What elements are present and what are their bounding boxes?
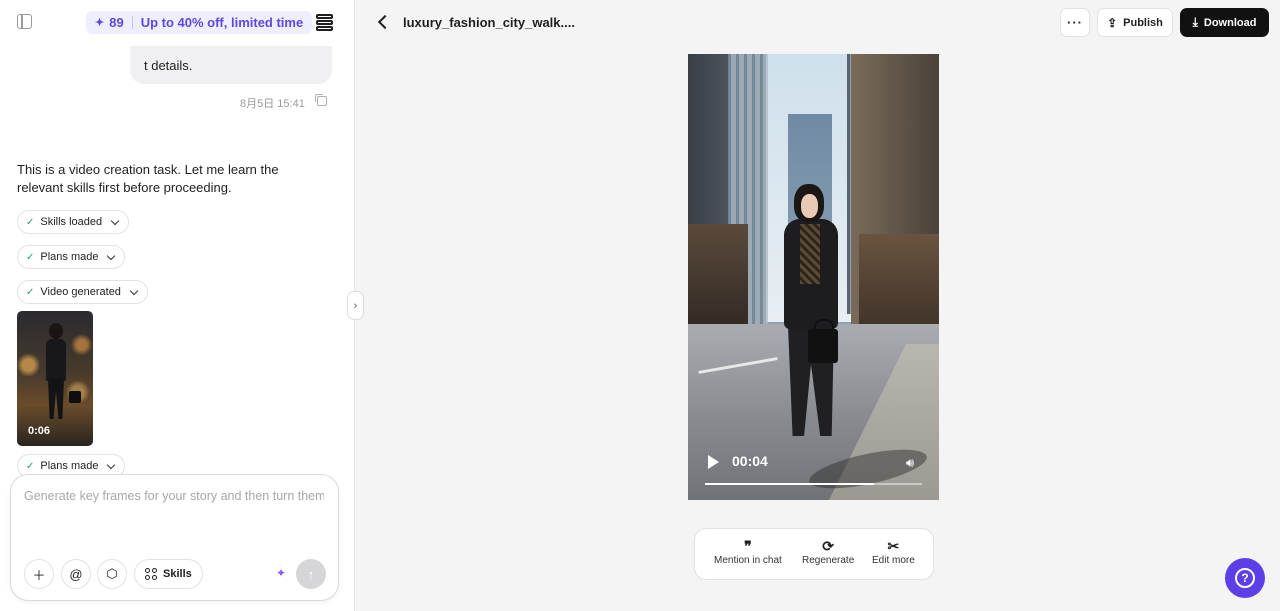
publish-button[interactable]: ⇪ Publish — [1097, 8, 1173, 37]
sparkle-icon: ✦ — [95, 17, 105, 29]
regenerate-label: Regenerate — [802, 555, 855, 566]
volume-icon[interactable]: 🔊︎ — [906, 455, 920, 470]
copy-icon[interactable] — [315, 94, 327, 106]
arrow-up-icon: ↑ — [307, 566, 315, 582]
sidebar-toggle-icon[interactable] — [17, 14, 32, 29]
video-thumbnail[interactable]: 0:06 — [17, 311, 93, 446]
chat-topbar: ✦ 89 Up to 40% off, limited time — [0, 0, 354, 44]
video-action-bar: ❞ Mention in chat ⟳ Regenerate ✂ Edit mo… — [694, 528, 934, 580]
scissors-icon: ✂ — [887, 538, 900, 554]
step-label: Plans made — [40, 460, 99, 472]
chevron-down-icon — [129, 286, 139, 295]
at-icon[interactable]: @ — [61, 559, 91, 589]
download-icon: ⤓ — [1192, 15, 1198, 29]
edit-more-label: Edit more — [872, 555, 915, 566]
user-message-text: t details. — [144, 58, 193, 73]
step-chip-skills-loaded[interactable]: ✓ Skills loaded — [17, 210, 130, 234]
chat-panel: ✦ 89 Up to 40% off, limited time t detai… — [0, 0, 355, 611]
play-icon[interactable] — [708, 455, 719, 469]
promo-divider — [131, 16, 133, 29]
chevron-down-icon — [110, 216, 120, 225]
refresh-icon: ⟳ — [822, 538, 834, 554]
video-player[interactable]: 00:04 🔊︎ — [688, 54, 939, 500]
edit-more-button[interactable]: ✂ Edit more — [872, 538, 915, 566]
user-message: t details. — [130, 46, 332, 84]
download-button[interactable]: ⤓ Download — [1180, 8, 1269, 37]
check-icon: ✓ — [26, 286, 35, 298]
chevron-down-icon — [107, 251, 116, 260]
chevron-down-icon — [107, 460, 116, 469]
video-progress-fill — [705, 483, 875, 485]
thumbnail-duration: 0:06 — [28, 425, 51, 437]
stack-icon[interactable] — [316, 14, 333, 31]
check-icon: ✓ — [26, 216, 35, 228]
check-icon: ✓ — [26, 460, 35, 472]
panel-collapse-handle[interactable]: › — [347, 291, 364, 320]
sparkle-icon[interactable]: ✦ — [276, 566, 286, 580]
skills-label: Skills — [163, 568, 192, 580]
promo-offer: Up to 40% off, limited time — [140, 15, 304, 30]
quote-icon: ❞ — [744, 538, 752, 554]
video-current-time: 00:04 — [732, 453, 768, 469]
more-options-button[interactable]: ··· — [1060, 8, 1090, 37]
help-button[interactable]: ? — [1225, 558, 1265, 598]
upload-icon: ⇪ — [1107, 15, 1118, 30]
back-icon[interactable] — [377, 14, 393, 30]
plus-icon[interactable]: ＋ — [24, 559, 54, 589]
publish-label: Publish — [1123, 16, 1163, 29]
message-timestamp: 8月5日 15:41 — [240, 98, 305, 110]
skills-button[interactable]: Skills — [134, 559, 203, 589]
grid-icon — [145, 568, 157, 580]
question-icon: ? — [1235, 568, 1255, 588]
chevron-right-icon: › — [353, 299, 358, 312]
composer-input[interactable]: Generate key frames for your story and t… — [24, 489, 324, 503]
file-title: luxury_fashion_city_walk.... — [403, 15, 575, 30]
download-label: Download — [1203, 16, 1257, 29]
step-label: Skills loaded — [40, 216, 103, 228]
mention-label: Mention in chat — [714, 555, 782, 566]
mention-in-chat-button[interactable]: ❞ Mention in chat — [714, 538, 782, 566]
step-label: Plans made — [40, 251, 99, 263]
promo-banner[interactable]: ✦ 89 Up to 40% off, limited time — [86, 11, 313, 34]
regenerate-button[interactable]: ⟳ Regenerate — [802, 538, 854, 566]
send-button[interactable]: ↑ — [296, 559, 326, 589]
step-chip-video-generated[interactable]: ✓ Video generated — [17, 280, 148, 304]
video-progress-bar[interactable] — [705, 483, 922, 485]
viewer-header: luxury_fashion_city_walk.... ··· ⇪ Publi… — [356, 0, 1280, 44]
step-chip-plans-made[interactable]: ✓ Plans made — [17, 245, 126, 269]
step-label: Video generated — [40, 286, 121, 298]
cube-icon[interactable]: ⬡ — [97, 559, 127, 589]
message-composer: Generate key frames for your story and t… — [10, 474, 339, 601]
assistant-message: This is a video creation task. Let me le… — [17, 162, 279, 195]
credits-count: 89 — [109, 15, 124, 30]
check-icon: ✓ — [26, 251, 35, 263]
